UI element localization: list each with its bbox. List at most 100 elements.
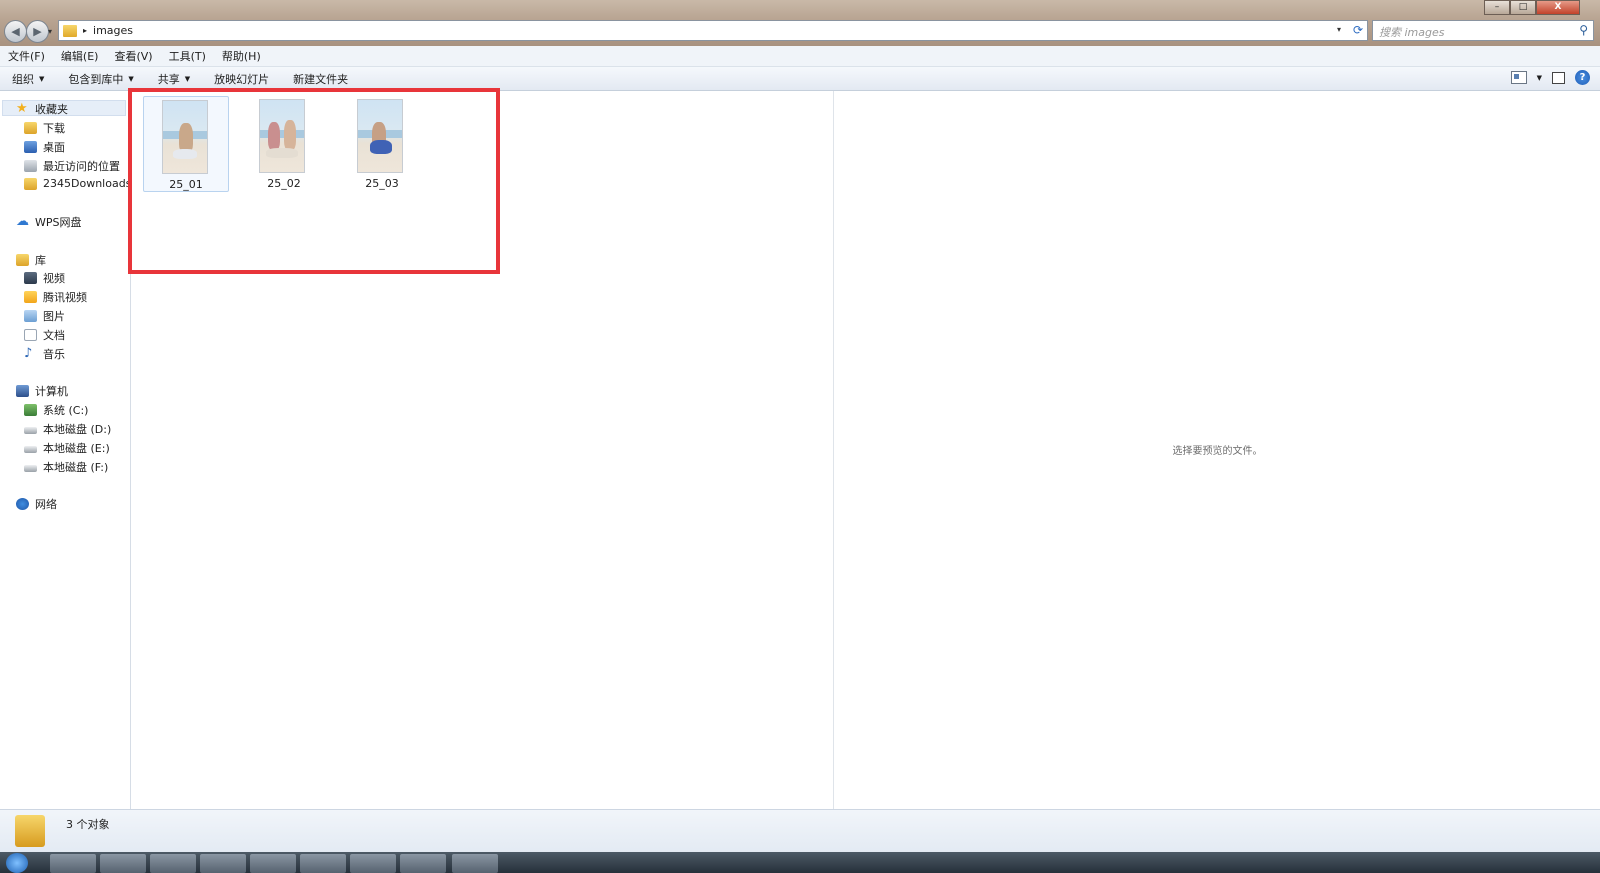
nav-drive-f[interactable]: 本地磁盘 (F:) <box>24 459 108 475</box>
preview-pane: 选择要预览的文件。 <box>833 91 1600 809</box>
nav-desktop[interactable]: 桌面 <box>24 139 65 155</box>
start-button[interactable] <box>6 853 28 873</box>
nav-2345downloads[interactable]: 2345Downloads <box>24 177 131 190</box>
cloud-icon: ☁ <box>16 214 29 229</box>
file-item[interactable]: 25_03 <box>339 96 425 192</box>
help-icon[interactable]: ? <box>1575 70 1590 85</box>
chevron-down-icon: ▼ <box>128 74 134 83</box>
search-icon[interactable]: ⚲ <box>1579 23 1588 37</box>
include-in-library-button[interactable]: 包含到库中 ▼ <box>56 71 145 87</box>
taskbar-button[interactable] <box>452 854 498 873</box>
nav-label: 本地磁盘 (E:) <box>43 442 110 455</box>
chevron-down-icon: ▼ <box>184 74 191 83</box>
taskbar-button[interactable] <box>250 854 296 873</box>
pictures-library-icon <box>24 310 37 322</box>
nav-drive-c[interactable]: 系统 (C:) <box>24 402 88 418</box>
forward-button[interactable]: ▶ <box>26 20 49 43</box>
taskbar-button[interactable] <box>50 854 96 873</box>
network-icon <box>16 498 29 510</box>
menu-view[interactable]: 查看(V) <box>106 48 160 64</box>
nav-wps-cloud[interactable]: ☁ WPS网盘 <box>16 214 82 230</box>
thumbnail-figure <box>266 148 298 158</box>
nav-downloads[interactable]: 下载 <box>24 120 65 136</box>
nav-label: 视频 <box>43 272 65 285</box>
file-list[interactable]: 25_01 25_02 25_03 <box>131 91 832 809</box>
chevron-down-icon: ▼ <box>39 74 45 83</box>
computer-icon <box>16 385 29 397</box>
recent-pages-dropdown[interactable]: ▾ <box>48 27 52 36</box>
new-folder-label: 新建文件夹 <box>293 72 349 86</box>
nav-network[interactable]: 网络 <box>16 496 57 512</box>
close-button[interactable]: X <box>1536 0 1580 15</box>
nav-computer[interactable]: 计算机 <box>16 383 68 399</box>
nav-label: 计算机 <box>35 385 68 398</box>
system-drive-icon <box>24 404 37 416</box>
address-dropdown-icon[interactable]: ▾ <box>1337 25 1341 34</box>
organize-button[interactable]: 组织 ▼ <box>0 71 56 87</box>
title-bar: ◀ ▶ ▾ ▸ images ▾ ⟳ 搜索 images ⚲ – □ X <box>0 0 1600 46</box>
file-item[interactable]: 25_02 <box>241 96 327 192</box>
search-input[interactable]: 搜索 images <box>1379 24 1445 40</box>
nav-drive-e[interactable]: 本地磁盘 (E:) <box>24 440 110 456</box>
nav-label: 库 <box>35 254 46 267</box>
library-icon <box>16 254 29 266</box>
nav-drive-d[interactable]: 本地磁盘 (D:) <box>24 421 111 437</box>
taskbar-button[interactable] <box>150 854 196 873</box>
menu-help[interactable]: 帮助(H) <box>214 48 269 64</box>
image-thumbnail <box>357 99 403 173</box>
nav-pictures[interactable]: 图片 <box>24 308 65 324</box>
taskbar-button[interactable] <box>300 854 346 873</box>
nav-music[interactable]: ♪ 音乐 <box>24 346 65 362</box>
hard-drive-icon <box>24 427 37 434</box>
nav-tencent-video[interactable]: 腾讯视频 <box>24 289 87 305</box>
share-button[interactable]: 共享 ▼ <box>146 71 202 87</box>
view-options-dropdown-icon[interactable]: ▼ <box>1537 74 1542 82</box>
nav-favorites[interactable]: ★ 收藏夹 <box>16 101 68 117</box>
taskbar-button[interactable] <box>100 854 146 873</box>
command-bar: 组织 ▼ 包含到库中 ▼ 共享 ▼ 放映幻灯片 新建文件夹 ▼ ? <box>0 67 1600 91</box>
nav-label: 下载 <box>43 122 65 135</box>
nav-label: 音乐 <box>43 348 65 361</box>
nav-label: 系统 (C:) <box>43 404 89 417</box>
nav-label: 桌面 <box>43 141 65 154</box>
new-folder-button[interactable]: 新建文件夹 <box>281 71 360 87</box>
file-item[interactable]: 25_01 <box>143 96 229 192</box>
breadcrumb-separator[interactable]: ▸ <box>83 26 87 35</box>
breadcrumb-images[interactable]: images <box>93 24 133 37</box>
nav-label: 收藏夹 <box>35 103 68 116</box>
nav-label: 网络 <box>35 498 57 511</box>
window-controls: – □ X <box>1484 0 1580 15</box>
menu-edit[interactable]: 编辑(E) <box>53 48 107 64</box>
nav-label: 本地磁盘 (F:) <box>43 461 109 474</box>
star-icon: ★ <box>16 101 28 116</box>
hard-drive-icon <box>24 446 37 453</box>
maximize-button[interactable]: □ <box>1510 0 1536 15</box>
taskbar <box>0 852 1600 873</box>
taskbar-button[interactable] <box>200 854 246 873</box>
thumbnail-figure <box>284 120 296 150</box>
forward-arrow-icon: ▶ <box>33 25 42 38</box>
search-box[interactable]: 搜索 images ⚲ <box>1372 20 1594 41</box>
menu-tools[interactable]: 工具(T) <box>161 48 214 64</box>
back-button[interactable]: ◀ <box>4 20 27 43</box>
menu-file[interactable]: 文件(F) <box>0 48 53 64</box>
nav-documents[interactable]: 文档 <box>24 327 65 343</box>
include-label: 包含到库中 <box>68 72 124 86</box>
refresh-icon[interactable]: ⟳ <box>1353 23 1363 37</box>
item-count: 3 个对象 <box>66 818 110 831</box>
address-bar[interactable]: ▸ images ▾ ⟳ <box>58 20 1368 41</box>
file-name: 25_01 <box>169 178 203 191</box>
slideshow-label: 放映幻灯片 <box>214 72 270 86</box>
taskbar-button[interactable] <box>350 854 396 873</box>
folder-icon <box>63 24 77 37</box>
taskbar-button[interactable] <box>400 854 446 873</box>
change-view-icon[interactable] <box>1510 71 1527 84</box>
nav-videos[interactable]: 视频 <box>24 270 65 286</box>
slideshow-button[interactable]: 放映幻灯片 <box>202 71 281 87</box>
nav-recent-places[interactable]: 最近访问的位置 <box>24 158 120 174</box>
preview-pane-icon[interactable] <box>1552 71 1565 84</box>
desktop-icon <box>24 141 37 153</box>
nav-libraries[interactable]: 库 <box>16 252 46 268</box>
minimize-button[interactable]: – <box>1484 0 1510 15</box>
image-thumbnail <box>162 100 208 174</box>
